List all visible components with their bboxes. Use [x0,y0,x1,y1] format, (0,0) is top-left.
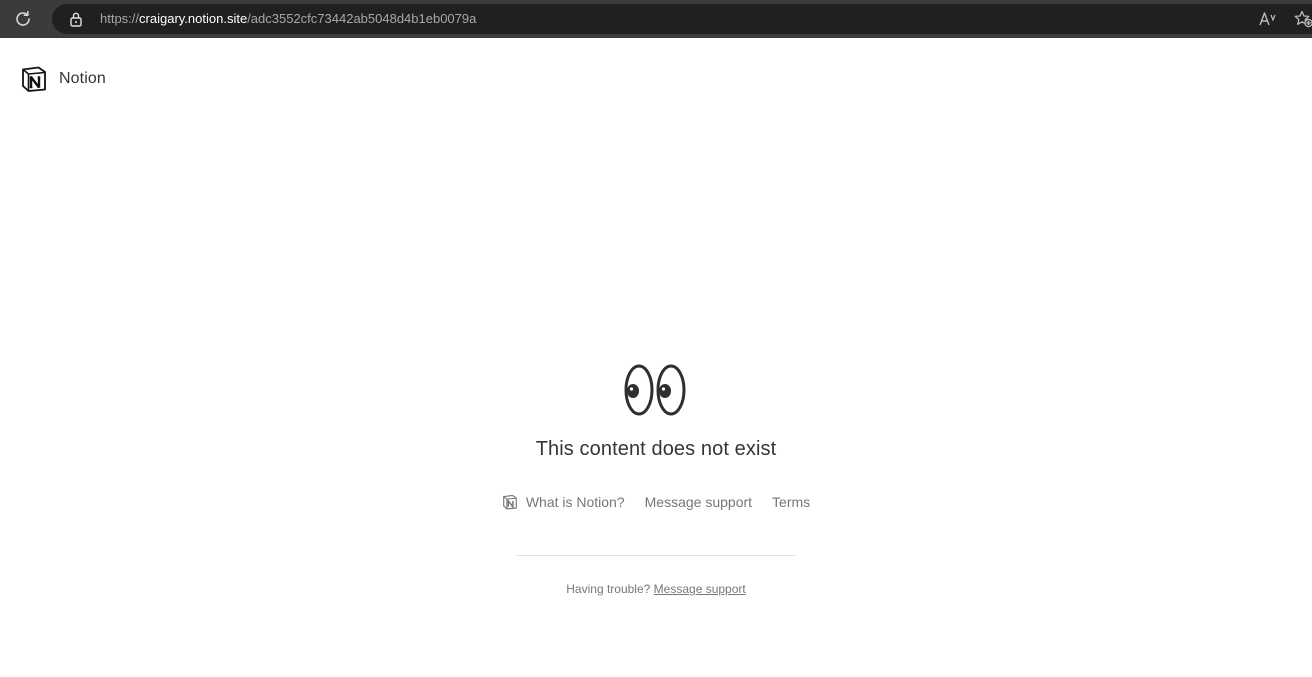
reload-icon[interactable] [12,8,34,30]
what-is-notion-label: What is Notion? [525,494,625,510]
address-bar[interactable]: https://craigary.notion.site/adc3552cfc7… [52,4,1312,34]
message-support-link[interactable]: Message support [645,494,752,510]
trouble-prefix: Having trouble? [566,582,651,596]
not-found-panel: This content does not exist What is Noti… [0,360,1312,596]
notion-logo-icon [20,65,48,93]
url-scheme: https:// [100,11,140,26]
lock-icon[interactable] [68,11,84,27]
eyes-icon [623,360,689,416]
brand-name: Notion [59,70,106,87]
terms-link[interactable]: Terms [772,494,810,510]
error-message: This content does not exist [535,438,777,460]
read-aloud-icon[interactable] [1258,10,1278,28]
url-path: /adc3552cfc73442ab5048d4b1eb0079a [247,11,477,26]
footer-links: What is Notion? Message support Terms [502,494,810,510]
url-text[interactable]: https://craigary.notion.site/adc3552cfc7… [100,11,476,27]
notion-home-link[interactable]: Notion [20,64,106,94]
divider [516,555,796,556]
trouble-text: Having trouble? Message support [566,582,745,596]
browser-toolbar: https://craigary.notion.site/adc3552cfc7… [0,0,1312,38]
trouble-message-support-link[interactable]: Message support [654,582,746,596]
notion-small-logo-icon [502,494,518,510]
url-host: craigary.notion.site [139,11,248,26]
what-is-notion-link[interactable]: What is Notion? [502,494,625,510]
add-favorite-icon[interactable] [1294,10,1312,28]
